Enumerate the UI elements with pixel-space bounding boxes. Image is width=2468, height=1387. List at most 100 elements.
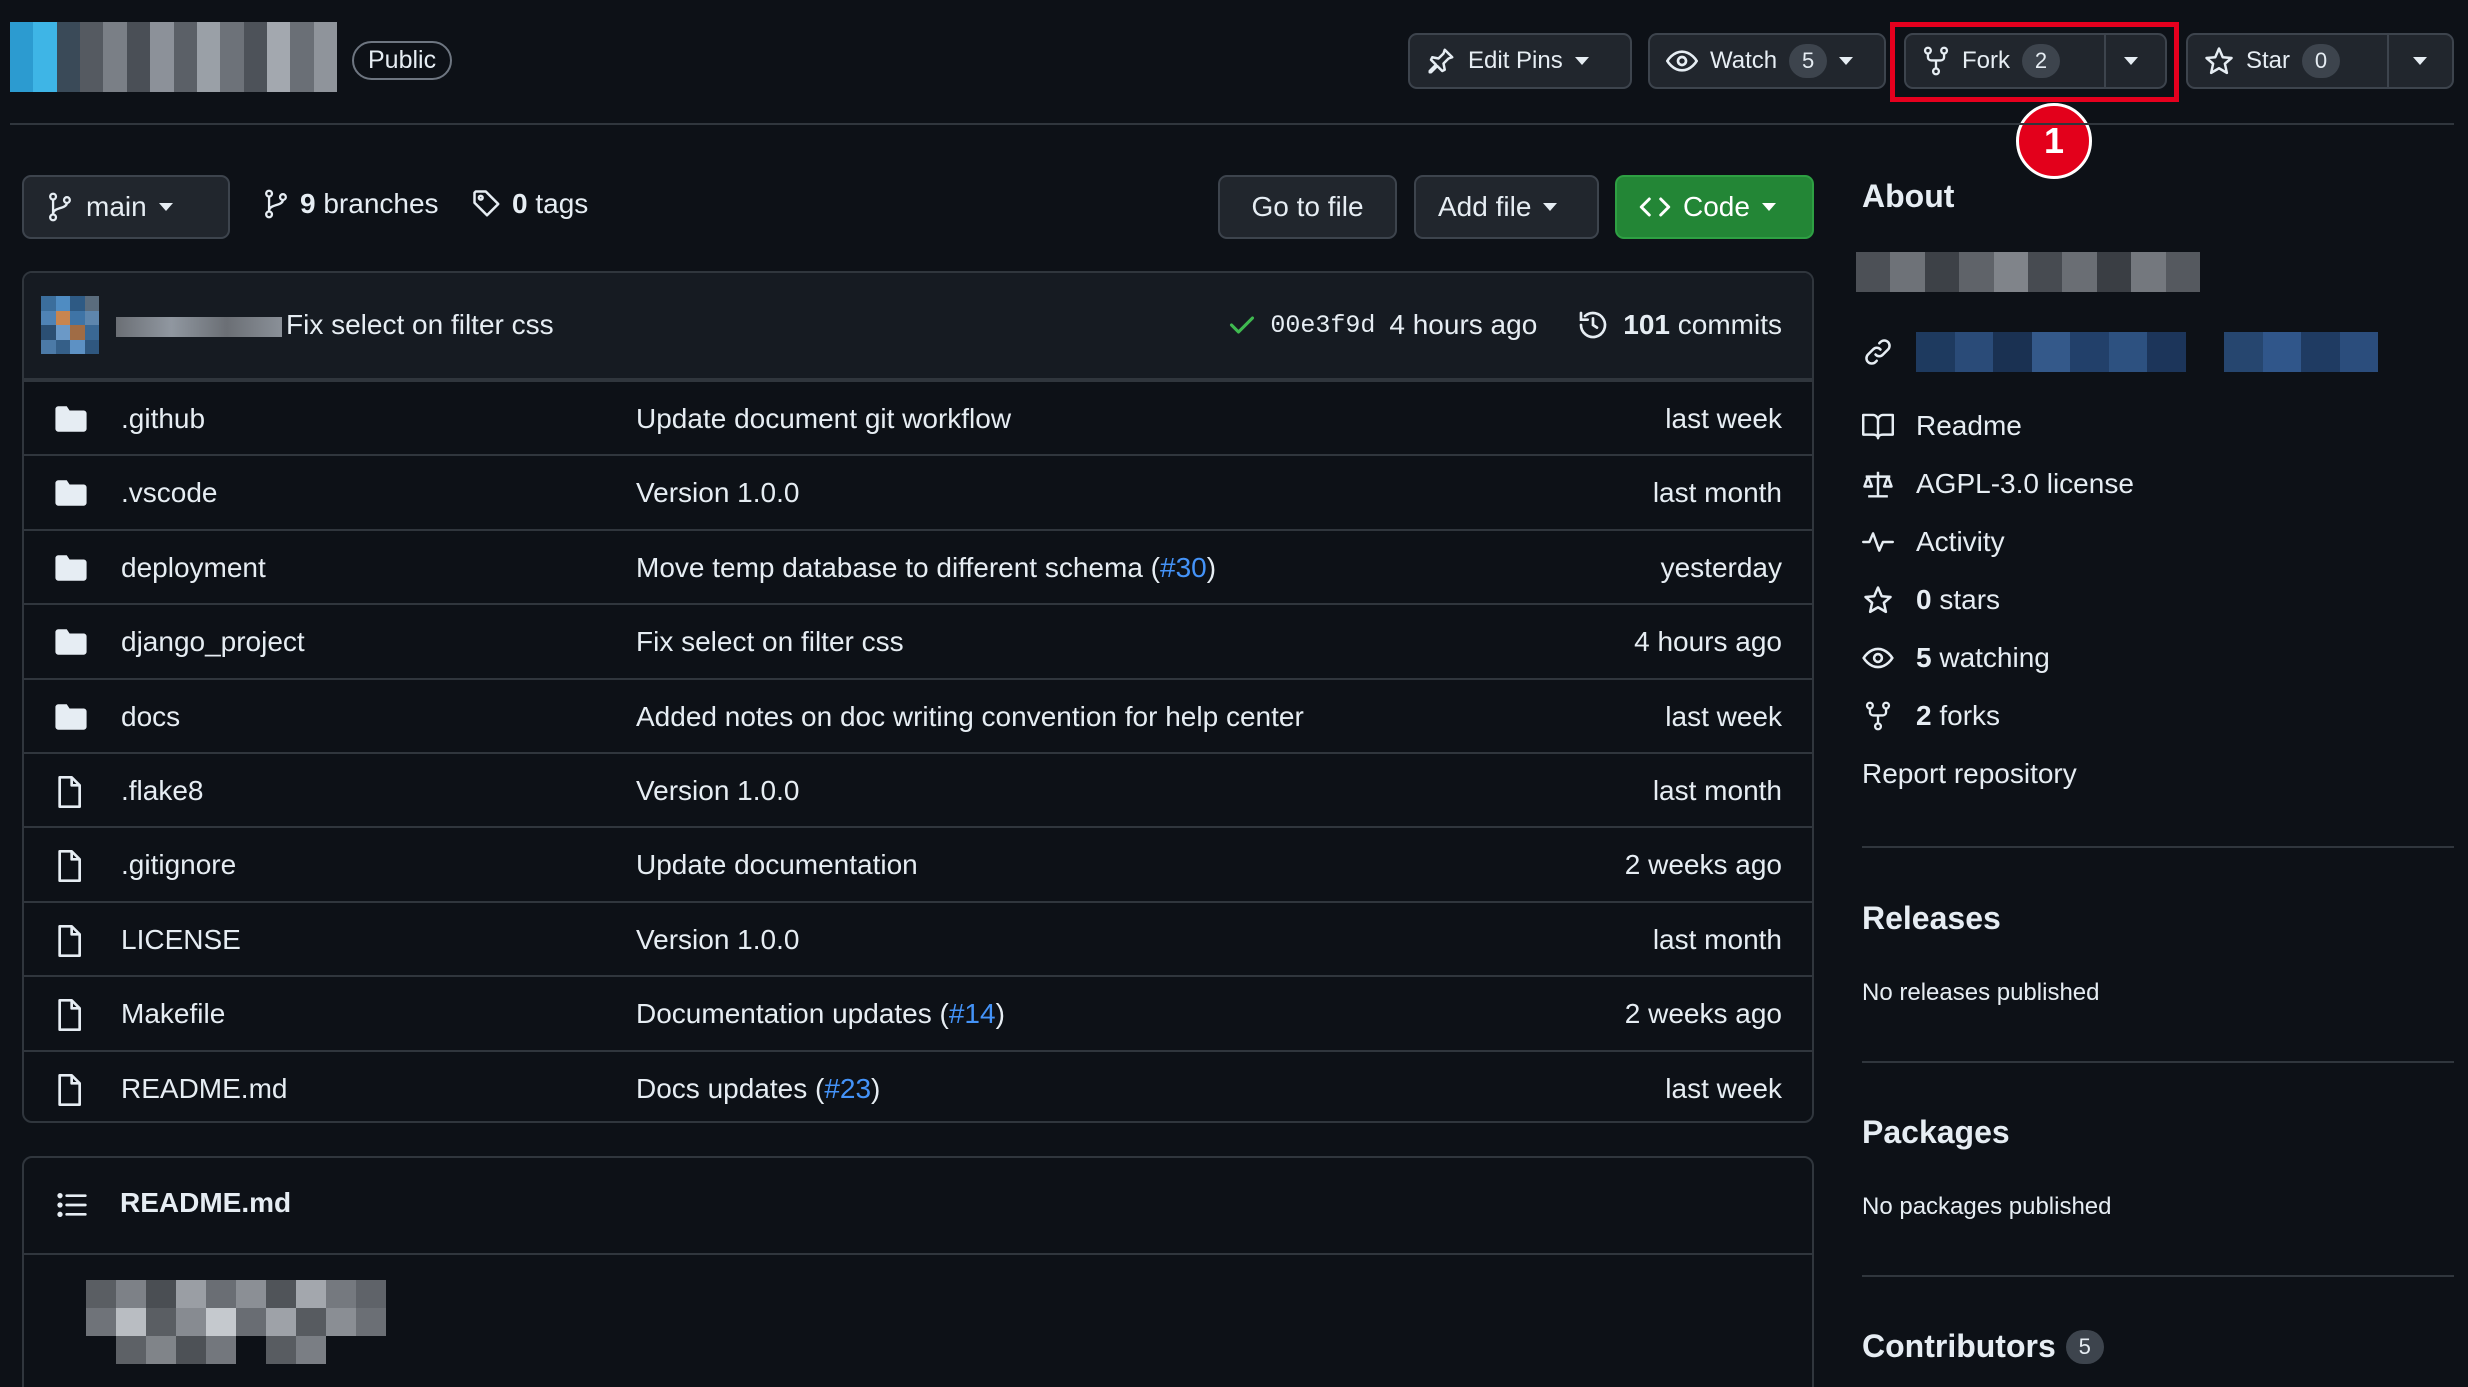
- file-commit-age: last week: [1665, 700, 1782, 732]
- star-main[interactable]: Star 0: [2188, 35, 2387, 87]
- file-row[interactable]: deployment Move temp database to differen…: [24, 528, 1812, 603]
- stars-label: stars: [1939, 584, 2001, 615]
- website-link-row[interactable]: [1862, 332, 2378, 372]
- releases-heading[interactable]: Releases: [1862, 900, 2001, 937]
- file-row[interactable]: django_project Fix select on filter css 4 …: [24, 603, 1812, 677]
- commit-message-text: Version 1.0.0: [636, 775, 800, 806]
- watching-link[interactable]: 5 watching: [1862, 642, 2050, 674]
- pin-icon: [1426, 46, 1456, 76]
- commits-link[interactable]: 101 commits: [1623, 309, 1782, 341]
- commit-message-suffix: ): [871, 1072, 881, 1104]
- file-commit-message[interactable]: Update document git workflow: [636, 403, 1011, 435]
- file-row[interactable]: .gitignore Update documentation 2 weeks ag…: [24, 826, 1812, 900]
- list-icon[interactable]: [56, 1190, 88, 1220]
- file-name[interactable]: .vscode: [121, 477, 218, 509]
- file-row[interactable]: docs Added notes on doc writing conventio…: [24, 677, 1812, 752]
- edit-pins-button[interactable]: Edit Pins: [1408, 33, 1632, 89]
- add-file-button[interactable]: Add file: [1414, 175, 1599, 239]
- contributors-label: Contributors: [1862, 1328, 2056, 1364]
- author-name-redacted[interactable]: [116, 317, 282, 337]
- file-row[interactable]: .github Update document git workflow last …: [24, 380, 1812, 454]
- file-name[interactable]: Makefile: [121, 998, 225, 1030]
- packages-heading[interactable]: Packages: [1862, 1114, 2010, 1151]
- commit-message-text: Update documentation: [636, 849, 918, 881]
- file-commit-message[interactable]: Added notes on doc writing convention fo…: [636, 701, 1304, 733]
- file-icon: [54, 850, 84, 883]
- readme-link[interactable]: Readme: [1862, 410, 2022, 442]
- file-commit-message[interactable]: Fix select on filter css: [636, 626, 904, 658]
- file-commit-message[interactable]: Version 1.0.0: [636, 775, 799, 807]
- folder-icon: [54, 553, 88, 583]
- tags-link[interactable]: 0 tags: [472, 188, 588, 220]
- file-commit-message[interactable]: Documentation updates (#14): [636, 998, 1005, 1030]
- pull-request-link[interactable]: #14: [949, 998, 996, 1029]
- readme-header: README.md: [24, 1158, 1812, 1255]
- folder-icon: [54, 627, 88, 657]
- file-commit-age: yesterday: [1660, 551, 1782, 583]
- file-commit-message[interactable]: Update documentation: [636, 849, 918, 881]
- file-commit-age: last month: [1652, 477, 1782, 509]
- branches-count: 9: [300, 188, 316, 219]
- watching-count: 5: [1916, 642, 1932, 673]
- commits-label: commits: [1677, 309, 1782, 340]
- latest-commit-message[interactable]: Fix select on filter css: [286, 309, 554, 341]
- file-row[interactable]: Makefile Documentation updates (#14) 2 wee…: [24, 975, 1812, 1049]
- file-name[interactable]: django_project: [121, 626, 305, 658]
- file-name[interactable]: LICENSE: [121, 924, 241, 956]
- file-commit-message[interactable]: Move temp database to different schema (…: [636, 552, 1216, 584]
- file-commit-message[interactable]: Docs updates (#23): [636, 1073, 880, 1105]
- link-icon: [1862, 337, 1894, 367]
- commit-message-text: Version 1.0.0: [636, 477, 800, 509]
- folder-icon: [54, 478, 88, 508]
- star-count: 0: [2302, 44, 2341, 78]
- file-name[interactable]: .gitignore: [121, 849, 236, 881]
- watch-button[interactable]: Watch 5: [1648, 33, 1886, 89]
- highlight-box: [1890, 22, 2179, 102]
- file-name[interactable]: README.md: [121, 1073, 287, 1105]
- license-label: AGPL-3.0 license: [1916, 468, 2134, 499]
- contributors-heading[interactable]: Contributors 5: [1862, 1328, 2104, 1365]
- website-url-redacted[interactable]: [1916, 332, 2378, 372]
- stars-link[interactable]: 0 stars: [1862, 584, 2000, 616]
- repo-name-redacted[interactable]: [10, 22, 338, 92]
- file-commit-age: last week: [1665, 403, 1782, 434]
- commit-sha[interactable]: 00e3f9d: [1270, 311, 1375, 340]
- chevron-down-icon: [158, 203, 173, 211]
- chevron-down-icon: [1574, 57, 1589, 65]
- file-name[interactable]: docs: [121, 701, 180, 733]
- code-button[interactable]: Code: [1615, 175, 1814, 239]
- file-row[interactable]: LICENSE Version 1.0.0 last month: [24, 900, 1812, 975]
- forks-link[interactable]: 2 forks: [1862, 700, 2000, 732]
- report-repository-link[interactable]: Report repository: [1862, 758, 2077, 790]
- file-name[interactable]: .github: [121, 403, 205, 435]
- add-file-label: Add file: [1438, 191, 1532, 222]
- file-row[interactable]: .flake8 Version 1.0.0 last month: [24, 752, 1812, 826]
- branch-selector[interactable]: main: [22, 175, 230, 239]
- activity-link[interactable]: Activity: [1862, 526, 2005, 558]
- avatar[interactable]: [41, 296, 99, 354]
- file-row[interactable]: .vscode Version 1.0.0 last month: [24, 454, 1812, 528]
- book-icon: [1862, 412, 1894, 440]
- file-row[interactable]: README.md Docs updates (#23) last week: [24, 1049, 1812, 1121]
- branches-link[interactable]: 9 branches: [262, 188, 439, 220]
- sidebar-divider: [1862, 1275, 2454, 1277]
- star-dropdown[interactable]: [2389, 35, 2451, 87]
- file-name[interactable]: deployment: [121, 552, 266, 584]
- watch-count: 5: [1789, 44, 1828, 78]
- license-link[interactable]: AGPL-3.0 license: [1862, 468, 2134, 500]
- file-commit-age: last month: [1652, 775, 1782, 806]
- stars-count: 0: [1916, 584, 1932, 615]
- pull-request-link[interactable]: #30: [1160, 552, 1207, 583]
- commit-message-text: Version 1.0.0: [636, 923, 800, 955]
- file-table: Fix select on filter css 00e3f9d 4 hours…: [22, 271, 1814, 1123]
- file-commit-age: last month: [1652, 923, 1782, 955]
- file-name[interactable]: .flake8: [121, 775, 204, 807]
- file-commit-age: last week: [1665, 1072, 1782, 1104]
- pull-request-link[interactable]: #23: [824, 1073, 871, 1104]
- file-commit-message[interactable]: Version 1.0.0: [636, 477, 799, 509]
- file-commit-message[interactable]: Version 1.0.0: [636, 924, 799, 956]
- repo-page: Public Edit Pins Watch 5 Fork 2 Star 0 1…: [0, 0, 2468, 1387]
- go-to-file-button[interactable]: Go to file: [1218, 175, 1397, 239]
- star-button[interactable]: Star 0: [2186, 33, 2454, 89]
- file-commit-age: 2 weeks ago: [1624, 849, 1782, 881]
